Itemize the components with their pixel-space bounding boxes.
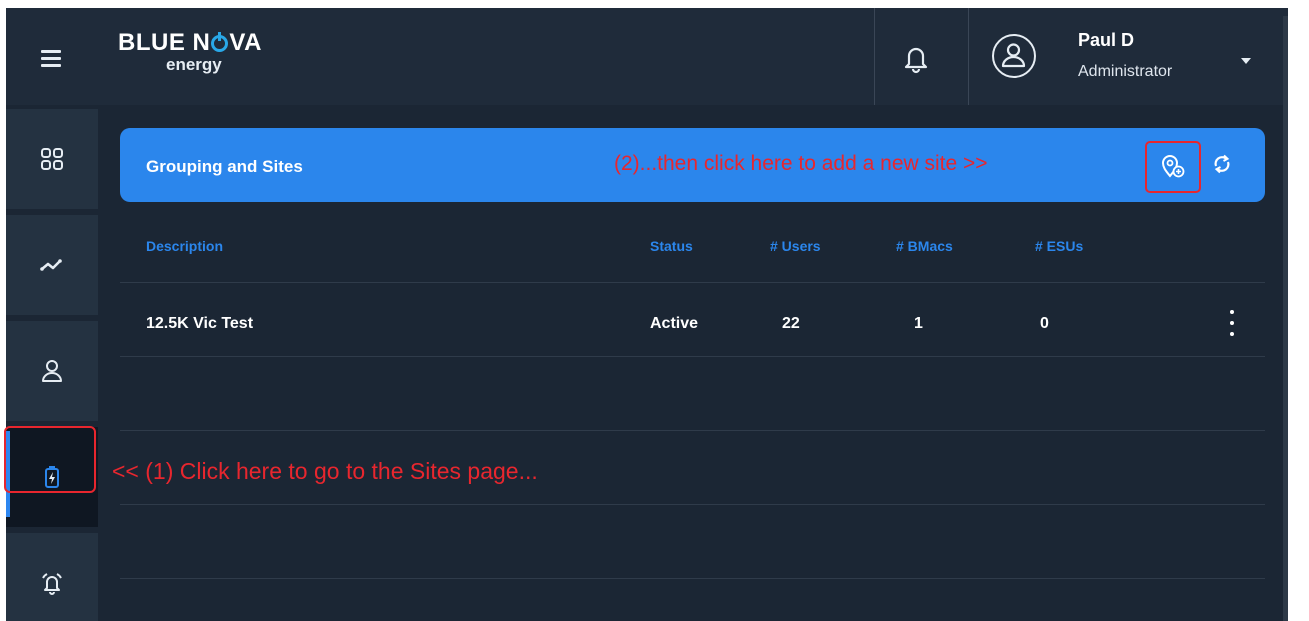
alarm-bell-icon xyxy=(42,573,62,595)
power-icon xyxy=(211,31,229,52)
column-header-esus[interactable]: # ESUs xyxy=(1035,238,1083,254)
cell-bmacs: 1 xyxy=(914,315,923,332)
divider xyxy=(968,8,969,105)
activity-chart-icon xyxy=(40,259,62,271)
logo-text-left: BLUE N xyxy=(118,29,211,56)
dashboard-grid-icon xyxy=(41,148,63,170)
add-site-button[interactable] xyxy=(1145,141,1201,193)
cell-users: 22 xyxy=(782,315,800,332)
sidebar-item-analytics[interactable] xyxy=(6,215,98,315)
logo-subtitle: energy xyxy=(166,55,222,74)
divider xyxy=(120,504,1265,505)
app-frame: BLUE N VA energy Paul D Administrator Gr… xyxy=(6,8,1288,621)
panel-title: Grouping and Sites xyxy=(146,157,303,176)
column-header-bmacs[interactable]: # BMacs xyxy=(896,238,953,254)
cell-status: Active xyxy=(650,315,699,332)
user-icon xyxy=(42,360,62,382)
sidebar-item-sites[interactable] xyxy=(6,427,98,527)
row-actions-kebab-icon[interactable] xyxy=(1224,308,1240,338)
refresh-button[interactable] xyxy=(1206,148,1238,180)
battery-icon xyxy=(45,466,59,488)
user-name: Paul D xyxy=(1078,30,1135,50)
user-role: Administrator xyxy=(1078,63,1173,80)
scrollbar[interactable] xyxy=(1283,16,1288,621)
logo-text-right: VA xyxy=(229,29,262,56)
annotation-step2: (2)...then click here to add a new site … xyxy=(614,152,988,175)
divider xyxy=(120,356,1265,357)
divider xyxy=(874,8,875,105)
annotation-step1: << (1) Click here to go to the Sites pag… xyxy=(112,458,538,484)
notification-bell-icon[interactable] xyxy=(901,42,931,74)
sidebar-item-users[interactable] xyxy=(6,321,98,421)
chevron-down-icon[interactable] xyxy=(1241,58,1251,64)
top-bar: BLUE N VA energy Paul D Administrator xyxy=(6,8,1288,105)
user-icon xyxy=(1001,43,1026,68)
sidebar xyxy=(6,105,98,621)
divider xyxy=(120,578,1265,579)
cell-esus: 0 xyxy=(1040,315,1049,332)
avatar[interactable] xyxy=(992,34,1036,78)
sites-table xyxy=(120,202,1265,621)
cell-description[interactable]: 12.5K Vic Test xyxy=(146,315,253,333)
add-location-icon xyxy=(1161,155,1185,178)
column-header-users[interactable]: # Users xyxy=(770,238,821,254)
divider xyxy=(120,430,1265,431)
panel-header: Grouping and Sites (2)...then click here… xyxy=(120,128,1265,202)
sidebar-item-alarms[interactable] xyxy=(6,533,98,621)
refresh-icon xyxy=(1214,154,1230,174)
column-header-status[interactable]: Status xyxy=(650,238,693,254)
divider xyxy=(120,282,1265,283)
menu-icon[interactable] xyxy=(36,46,72,72)
column-header-description[interactable]: Description xyxy=(146,238,223,254)
brand-logo: BLUE N VA energy xyxy=(118,30,262,74)
sidebar-item-dashboard[interactable] xyxy=(6,109,98,209)
